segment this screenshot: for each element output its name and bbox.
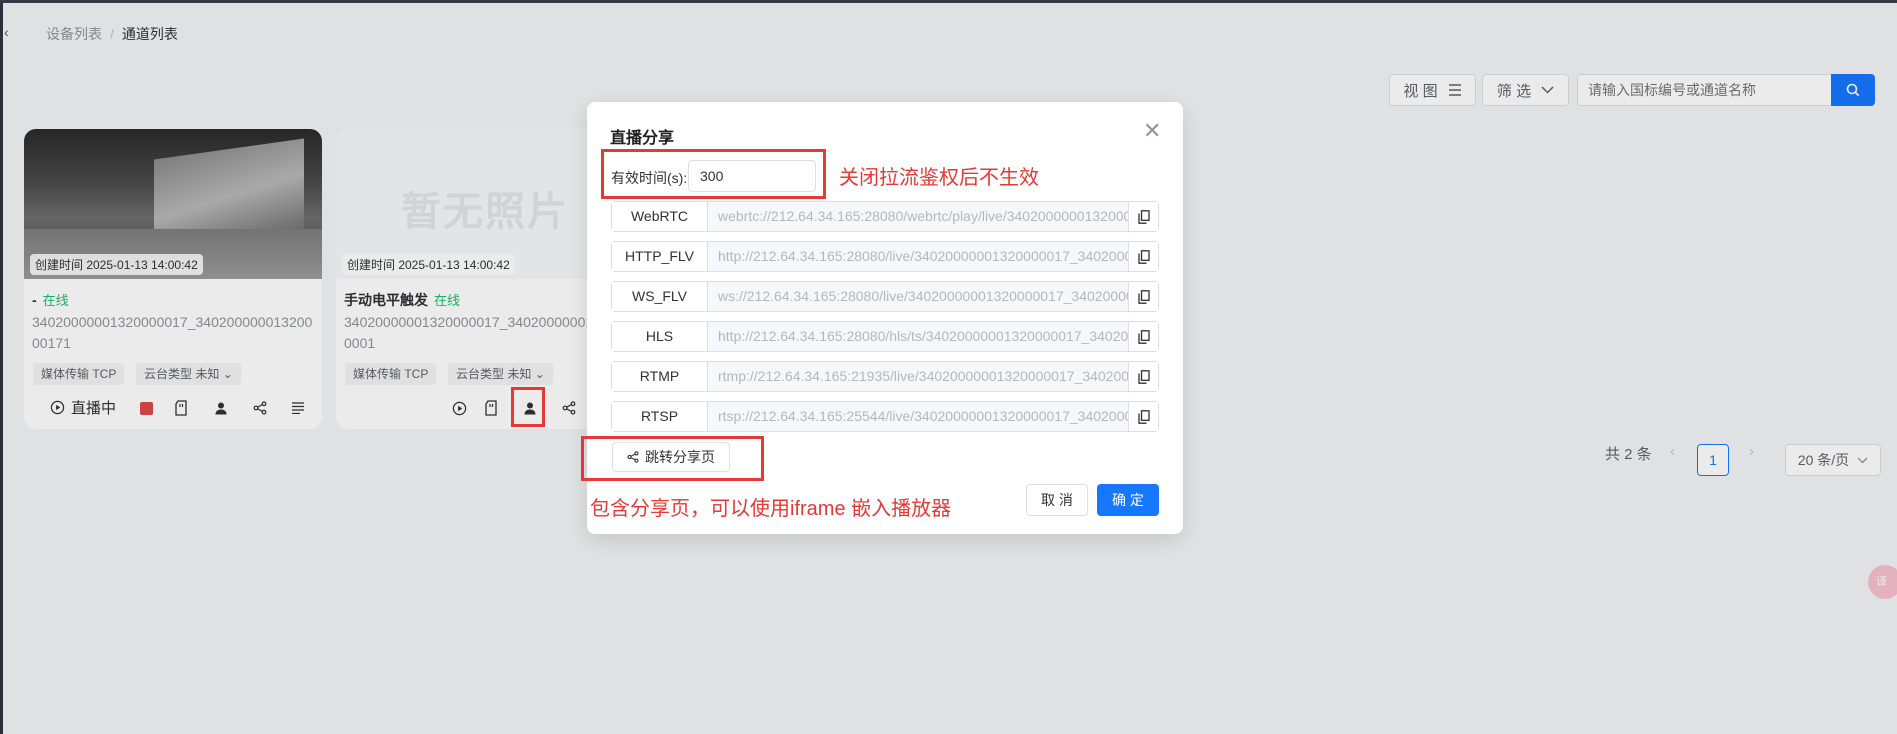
url-row-http-flv: HTTP_FLV http://212.64.34.165:28080/live… [611, 241, 1159, 272]
url-protocol-label: RTSP [612, 402, 708, 431]
copy-icon [1137, 409, 1150, 424]
highlight-box-user-button [511, 387, 545, 427]
confirm-button[interactable]: 确 定 [1097, 484, 1159, 516]
url-field[interactable]: http://212.64.34.165:28080/live/34020000… [708, 242, 1128, 271]
url-row-hls: HLS http://212.64.34.165:28080/hls/ts/34… [611, 321, 1159, 352]
copy-button[interactable] [1128, 202, 1158, 231]
highlight-box-expire [601, 149, 826, 199]
copy-icon [1137, 289, 1150, 304]
copy-button[interactable] [1128, 322, 1158, 351]
copy-button[interactable] [1128, 282, 1158, 311]
url-protocol-label: HTTP_FLV [612, 242, 708, 271]
url-row-rtmp: RTMP rtmp://212.64.34.165:21935/live/340… [611, 361, 1159, 392]
copy-icon [1137, 209, 1150, 224]
url-field[interactable]: http://212.64.34.165:28080/hls/ts/340200… [708, 322, 1128, 351]
url-row-ws-flv: WS_FLV ws://212.64.34.165:28080/live/340… [611, 281, 1159, 312]
url-row-rtsp: RTSP rtsp://212.64.34.165:25544/live/340… [611, 401, 1159, 432]
copy-button[interactable] [1128, 242, 1158, 271]
copy-button[interactable] [1128, 362, 1158, 391]
url-field[interactable]: rtsp://212.64.34.165:25544/live/34020000… [708, 402, 1128, 431]
copy-icon [1137, 369, 1150, 384]
cancel-button[interactable]: 取 消 [1026, 484, 1088, 516]
url-row-webrtc: WebRTC webrtc://212.64.34.165:28080/webr… [611, 201, 1159, 232]
close-icon[interactable]: ✕ [1143, 120, 1161, 142]
url-protocol-label: WebRTC [612, 202, 708, 231]
url-field[interactable]: webrtc://212.64.34.165:28080/webrtc/play… [708, 202, 1128, 231]
highlight-box-jump-page [581, 436, 764, 481]
copy-icon [1137, 249, 1150, 264]
url-protocol-label: WS_FLV [612, 282, 708, 311]
url-field[interactable]: ws://212.64.34.165:28080/live/3402000000… [708, 282, 1128, 311]
annotation-share-note: 包含分享页，可以使用iframe 嵌入播放器 [590, 498, 952, 520]
copy-button[interactable] [1128, 402, 1158, 431]
copy-icon [1137, 329, 1150, 344]
url-field[interactable]: rtmp://212.64.34.165:21935/live/34020000… [708, 362, 1128, 391]
dialog-title: 直播分享 [610, 130, 675, 147]
annotation-auth-note: 关闭拉流鉴权后不生效 [839, 167, 1039, 189]
url-protocol-label: RTMP [612, 362, 708, 391]
url-protocol-label: HLS [612, 322, 708, 351]
